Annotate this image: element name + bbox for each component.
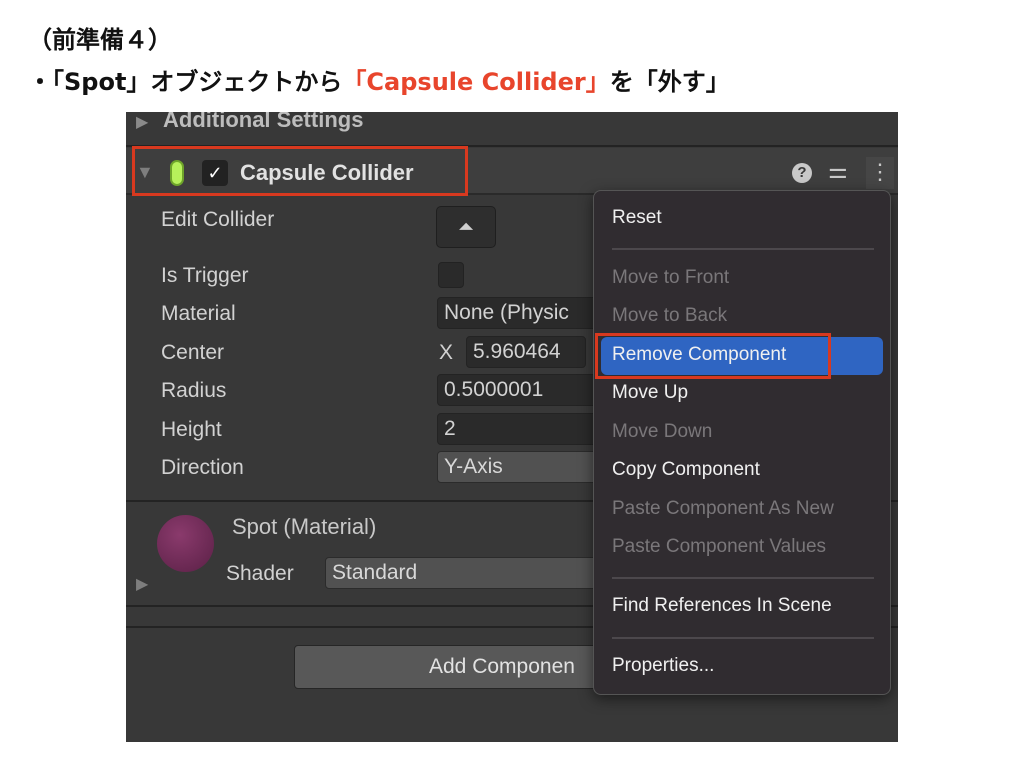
edit-collider-button[interactable]: ⏶ [436, 206, 496, 248]
menu-item-properties[interactable]: Properties... [612, 655, 714, 677]
center-x-label: X [439, 341, 454, 364]
is-trigger-label: Is Trigger [161, 264, 249, 287]
presets-icon[interactable]: ⚌ [828, 158, 848, 184]
add-component-button[interactable]: Add Componen [294, 645, 614, 689]
menu-item-copy-component[interactable]: Copy Component [612, 459, 760, 481]
menu-item-move-down[interactable]: Move Down [612, 421, 712, 443]
material-foldout-icon[interactable]: ▶ [136, 574, 148, 594]
shader-dropdown[interactable]: Standard [325, 557, 605, 589]
material-label: Material [161, 302, 236, 325]
more-vertical-icon[interactable]: ⋮ [866, 157, 894, 189]
shader-label: Shader [226, 562, 294, 585]
menu-item-reset[interactable]: Reset [612, 207, 662, 229]
radius-label: Radius [161, 379, 227, 402]
material-name: Spot (Material) [232, 514, 377, 539]
direction-label: Direction [161, 456, 244, 479]
edit-collider-label: Edit Collider [161, 208, 275, 231]
center-x-field[interactable]: 5.960464 [466, 336, 586, 368]
menu-item-move-to-front[interactable]: Move to Front [612, 267, 729, 289]
menu-item-find-references[interactable]: Find References In Scene [612, 595, 832, 617]
instruction-bullet: ・「Spot」オブジェクトから「Capsule Collider」を「外す」 [28, 62, 730, 97]
material-preview-sphere [157, 515, 214, 572]
bullet-suffix: を「外す」 [609, 68, 730, 96]
menu-item-paste-values[interactable]: Paste Component Values [612, 536, 826, 558]
context-menu: Reset Move to Front Move to Back Remove … [593, 190, 891, 695]
additional-settings-foldout[interactable]: Additional Settings [163, 112, 363, 133]
slide-title: （前準備４） [28, 26, 172, 54]
bullet-prefix: ・「Spot」オブジェクトから [28, 68, 343, 96]
help-icon[interactable]: ? [792, 163, 812, 183]
bullet-highlight: 「Capsule Collider」 [342, 68, 610, 96]
annotation-box-remove [595, 333, 831, 379]
menu-item-paste-as-new[interactable]: Paste Component As New [612, 498, 834, 520]
height-label: Height [161, 418, 222, 441]
center-label: Center [161, 341, 225, 364]
is-trigger-checkbox[interactable] [438, 262, 464, 288]
menu-item-move-to-back[interactable]: Move to Back [612, 305, 727, 327]
menu-item-move-up[interactable]: Move Up [612, 382, 688, 404]
inspector-panel: ▶ Additional Settings ▼ ✓ Capsule Collid… [126, 112, 898, 742]
foldout-arrow-icon[interactable]: ▶ [136, 112, 148, 132]
annotation-box-header [132, 146, 468, 196]
